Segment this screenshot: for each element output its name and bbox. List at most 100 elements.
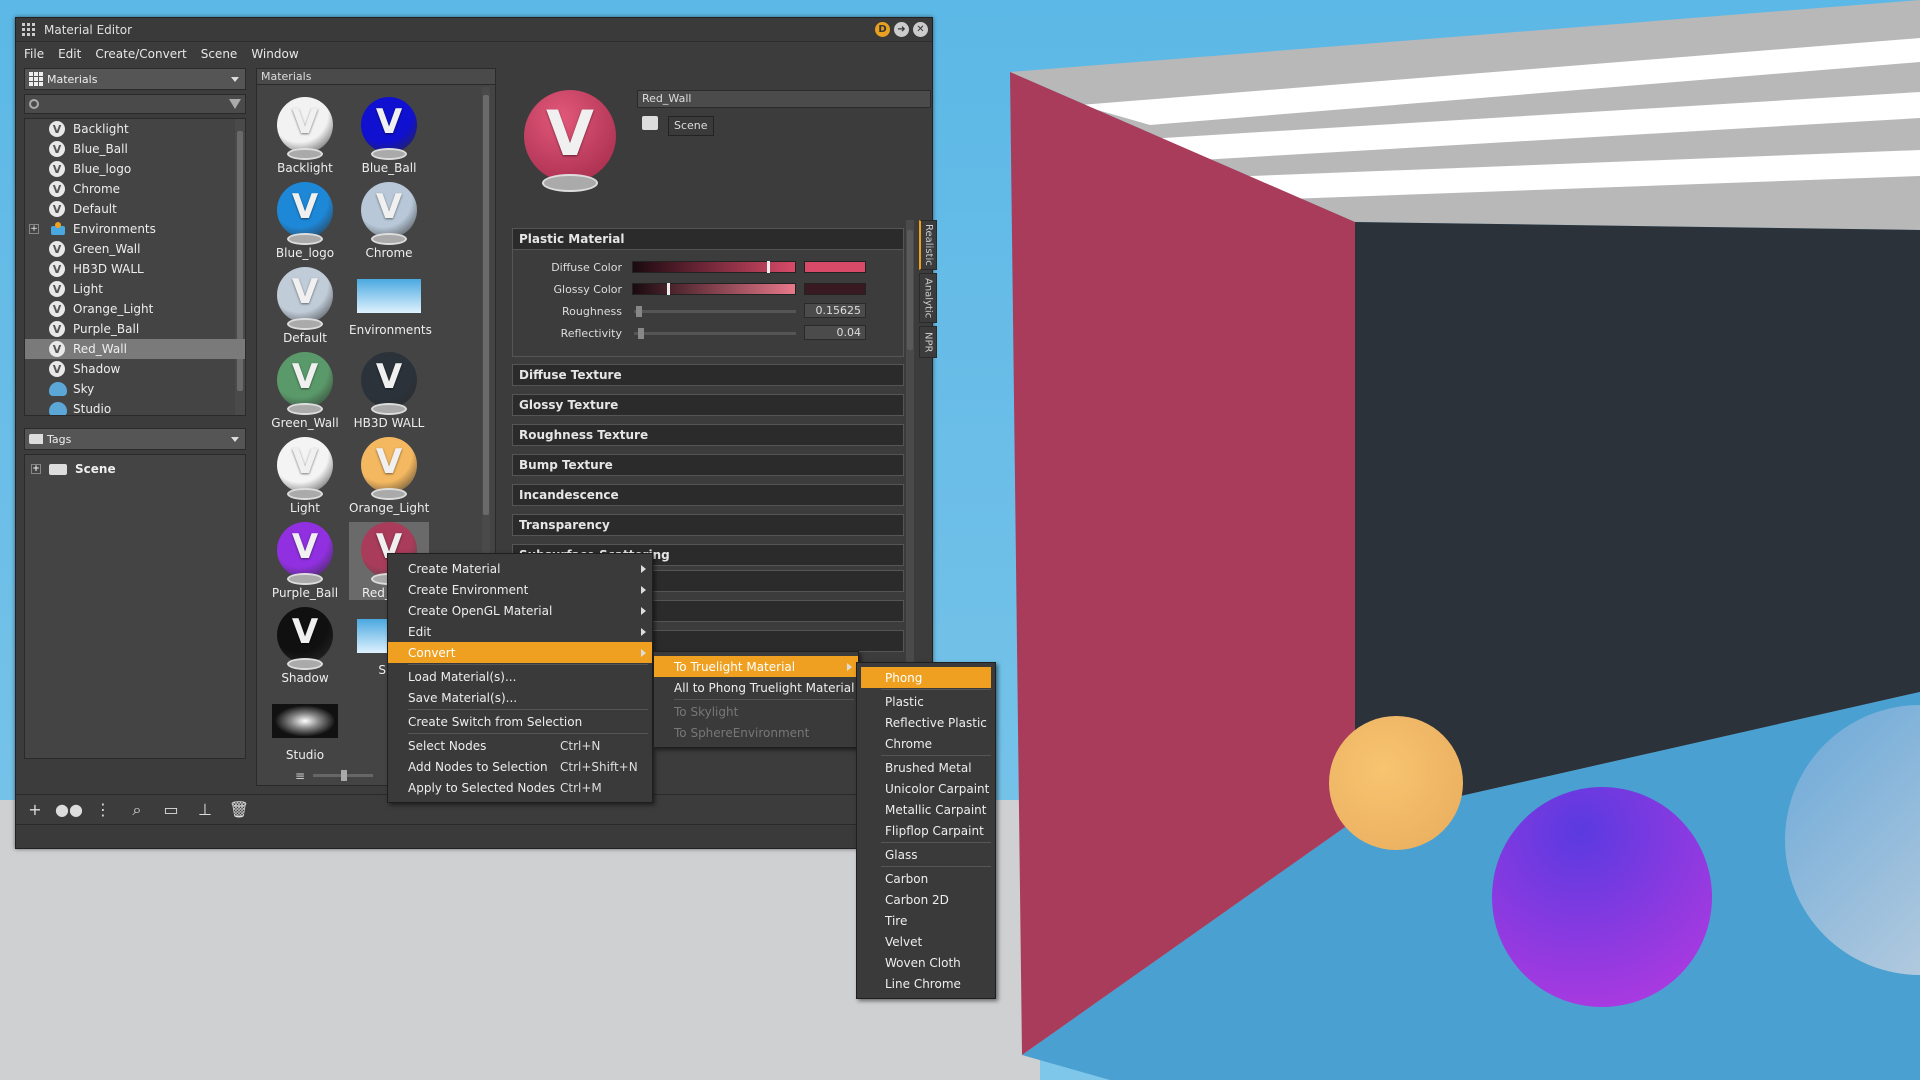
material-name-field[interactable]: Red_Wall <box>637 90 931 108</box>
roughness-slider[interactable] <box>634 306 796 317</box>
tree-item-red-wall[interactable]: V Red_Wall <box>25 339 245 359</box>
material-thumb-studio[interactable]: Studio <box>265 692 345 762</box>
reflectivity-value[interactable]: 0.04 <box>804 325 866 340</box>
tab-realistic[interactable]: Realistic <box>919 220 937 270</box>
menu-item-edit[interactable]: Edit <box>388 621 652 642</box>
expand-plus-icon[interactable]: + <box>29 224 39 234</box>
truelight-item-reflective-plastic[interactable]: Reflective Plastic <box>861 712 991 733</box>
section-transparency[interactable]: Transparency <box>512 514 904 536</box>
material-thumb-shadow[interactable]: V Shadow <box>265 607 345 685</box>
section-glossy-texture[interactable]: Glossy Texture <box>512 394 904 416</box>
slider-handle[interactable] <box>341 770 347 781</box>
material-thumb-hb3d-wall[interactable]: V HB3D WALL <box>349 352 429 430</box>
menu-item-apply-to-selected-nodes[interactable]: Apply to Selected Nodes Ctrl+M <box>388 777 652 798</box>
menu-item-convert[interactable]: Convert <box>388 642 652 663</box>
truelight-item-chrome[interactable]: Chrome <box>861 733 991 754</box>
menu-item-select-nodes[interactable]: Select Nodes Ctrl+N <box>388 735 652 756</box>
truelight-item-woven-cloth[interactable]: Woven Cloth <box>861 952 991 973</box>
dock-icon[interactable]: D <box>875 22 890 37</box>
tree-item-backlight[interactable]: V Backlight <box>25 119 245 139</box>
material-thumb-default[interactable]: V Default <box>265 267 345 345</box>
tree-item-light[interactable]: V Light <box>25 279 245 299</box>
undock-arrow-icon[interactable]: ➜ <box>894 22 909 37</box>
material-thumb-green-wall[interactable]: V Green_Wall <box>265 352 345 430</box>
folder-icon[interactable]: ▭ <box>162 800 180 819</box>
tree-item-green-wall[interactable]: V Green_Wall <box>25 239 245 259</box>
search-input[interactable] <box>24 94 246 114</box>
truelight-item-metallic-carpaint[interactable]: Metallic Carpaint <box>861 799 991 820</box>
menu-item-load-material-s[interactable]: Load Material(s)... <box>388 666 652 687</box>
tags-combo[interactable]: Tags <box>24 428 246 450</box>
section-bump-texture[interactable]: Bump Texture <box>512 454 904 476</box>
apply-icon[interactable]: ⊥ <box>196 800 214 819</box>
scene-tag-button[interactable]: Scene <box>668 116 714 136</box>
material-thumb-light[interactable]: V Light <box>265 437 345 515</box>
tree-item-purple-ball[interactable]: V Purple_Ball <box>25 319 245 339</box>
truelight-item-phong[interactable]: Phong <box>861 667 991 688</box>
thumbnail-size-slider[interactable] <box>313 770 373 781</box>
tree-item-studio[interactable]: Studio <box>25 399 245 415</box>
truelight-item-carbon[interactable]: Carbon <box>861 868 991 889</box>
delete-icon[interactable]: 🗑 <box>229 800 249 819</box>
menu-window[interactable]: Window <box>251 47 298 61</box>
tag-icon[interactable] <box>642 116 658 130</box>
tree-item-hb3d-wall[interactable]: V HB3D WALL <box>25 259 245 279</box>
menu-item-create-environment[interactable]: Create Environment <box>388 579 652 600</box>
list-view-icon[interactable]: ≡ <box>295 769 305 783</box>
menu-item-to-truelight-material[interactable]: To Truelight Material <box>654 656 858 677</box>
expand-plus-icon[interactable]: + <box>31 464 41 474</box>
tab-npr[interactable]: NPR <box>919 326 937 358</box>
material-thumb-orange-light[interactable]: V Orange_Light <box>349 437 429 515</box>
diffuse-color-swatch[interactable] <box>804 261 866 273</box>
material-thumb-blue-logo[interactable]: V Blue_logo <box>265 182 345 260</box>
roughness-value[interactable]: 0.15625 <box>804 303 866 318</box>
filter-icon[interactable] <box>229 99 241 109</box>
tags-tree-item-scene[interactable]: + Scene <box>25 459 245 479</box>
tree-item-shadow[interactable]: V Shadow <box>25 359 245 379</box>
material-thumb-purple-ball[interactable]: V Purple_Ball <box>265 522 345 600</box>
section-roughness-texture[interactable]: Roughness Texture <box>512 424 904 446</box>
two-balls-icon[interactable]: ●● <box>55 800 83 819</box>
tree-item-blue-ball[interactable]: V Blue_Ball <box>25 139 245 159</box>
menu-item-create-opengl-material[interactable]: Create OpenGL Material <box>388 600 652 621</box>
material-thumb-blue-ball[interactable]: V Blue_Ball <box>349 97 429 175</box>
menu-file[interactable]: File <box>24 47 44 61</box>
menu-create-convert[interactable]: Create/Convert <box>95 47 186 61</box>
truelight-item-velvet[interactable]: Velvet <box>861 931 991 952</box>
tree-item-chrome[interactable]: V Chrome <box>25 179 245 199</box>
material-thumb-backlight[interactable]: V Backlight <box>265 97 345 175</box>
add-icon[interactable]: + <box>26 800 44 819</box>
hierarchy-icon[interactable]: ⋮ <box>94 800 112 819</box>
truelight-item-flipflop-carpaint[interactable]: Flipflop Carpaint <box>861 820 991 841</box>
truelight-item-carbon-2d[interactable]: Carbon 2D <box>861 889 991 910</box>
section-diffuse-texture[interactable]: Diffuse Texture <box>512 364 904 386</box>
diffuse-color-slider[interactable] <box>632 261 796 273</box>
menu-item-create-material[interactable]: Create Material <box>388 558 652 579</box>
glossy-color-slider[interactable] <box>632 283 796 295</box>
menu-item-create-switch-from-selection[interactable]: Create Switch from Selection <box>388 711 652 732</box>
tree-item-blue-logo[interactable]: V Blue_logo <box>25 159 245 179</box>
properties-scroll-thumb[interactable] <box>907 230 913 350</box>
truelight-item-plastic[interactable]: Plastic <box>861 691 991 712</box>
section-incandescence[interactable]: Incandescence <box>512 484 904 506</box>
tab-analytic[interactable]: Analytic <box>919 273 937 323</box>
close-icon[interactable]: ✕ <box>913 22 928 37</box>
truelight-item-glass[interactable]: Glass <box>861 844 991 865</box>
material-thumb-chrome[interactable]: V Chrome <box>349 182 429 260</box>
tree-item-orange-light[interactable]: V Orange_Light <box>25 299 245 319</box>
menu-item-save-material-s[interactable]: Save Material(s)... <box>388 687 652 708</box>
truelight-item-tire[interactable]: Tire <box>861 910 991 931</box>
menu-edit[interactable]: Edit <box>58 47 81 61</box>
thumbnail-scroll-thumb[interactable] <box>483 95 489 515</box>
reflectivity-slider[interactable] <box>634 328 796 339</box>
menu-item-all-to-phong-truelight-material[interactable]: All to Phong Truelight Material <box>654 677 858 698</box>
tree-item-sky[interactable]: Sky <box>25 379 245 399</box>
plastic-material-header[interactable]: Plastic Material <box>512 228 904 250</box>
properties-scrollbar[interactable] <box>906 220 914 670</box>
menu-scene[interactable]: Scene <box>201 47 238 61</box>
material-thumb-environments[interactable]: Environments <box>349 267 432 337</box>
tree-item-default[interactable]: V Default <box>25 199 245 219</box>
truelight-item-unicolor-carpaint[interactable]: Unicolor Carpaint <box>861 778 991 799</box>
title-bar[interactable]: Material Editor D ➜ ✕ <box>16 18 932 42</box>
glossy-color-swatch[interactable] <box>804 283 866 295</box>
